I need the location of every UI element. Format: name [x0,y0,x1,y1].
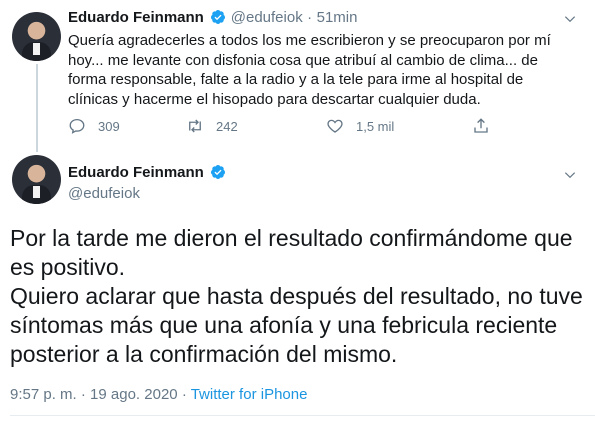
author-handle[interactable]: @edufeiok [231,9,303,26]
header-separator: · [307,9,313,26]
tweet-date[interactable]: 19 ago. 2020 [90,386,178,403]
thread-line [36,64,38,152]
verified-badge-icon [211,10,226,24]
like-count: 1,5 mil [356,118,395,134]
tweet-main-text: Por la tarde me dieron el resultado conf… [10,224,585,369]
avatar-main[interactable] [12,155,61,204]
retweet-count: 242 [216,118,238,134]
share-icon [474,118,488,133]
avatar[interactable] [12,12,61,61]
retweet-icon [189,119,201,133]
author-name-main[interactable]: Eduardo Feinmann [68,164,204,181]
tweet-text: Quería agradecerles a todos los me escri… [68,32,551,108]
divider [10,415,595,416]
meta-separator-1: · [80,386,86,403]
tweet-parent[interactable]: Eduardo Feinmann @edufeiok · 51min Querí… [0,0,595,152]
verified-badge-icon [211,165,226,179]
reply-button[interactable]: 309 [68,117,120,135]
retweet-button[interactable]: 242 [186,117,238,135]
author-name[interactable]: Eduardo Feinmann [68,9,204,26]
tweet-main-line-2: Quiero aclarar que hasta después del res… [10,283,583,367]
tweet-source-link[interactable]: Twitter for iPhone [191,386,308,403]
chevron-down-icon[interactable] [563,12,577,26]
reply-count: 309 [98,118,120,134]
like-button[interactable]: 1,5 mil [326,117,394,135]
tweet-time[interactable]: 51min [317,9,358,26]
tweet-meta: 9:57 p. m. · 19 ago. 2020 · Twitter for … [10,386,307,403]
tweet-timestamp[interactable]: 9:57 p. m. [10,386,77,403]
tweet-actions: 309 242 1,5 mil [68,117,508,137]
share-button[interactable] [472,117,502,135]
author-handle-main[interactable]: @edufeiok [68,185,140,202]
tweet-main-line-1: Por la tarde me dieron el resultado conf… [10,225,573,280]
heart-icon [327,119,343,133]
meta-separator-2: · [181,386,187,403]
chevron-down-icon[interactable] [563,168,577,182]
reply-icon [69,118,85,134]
tweet-main-header: Eduardo Feinmann [68,164,226,182]
tweet-header: Eduardo Feinmann @edufeiok · 51min [68,9,357,27]
